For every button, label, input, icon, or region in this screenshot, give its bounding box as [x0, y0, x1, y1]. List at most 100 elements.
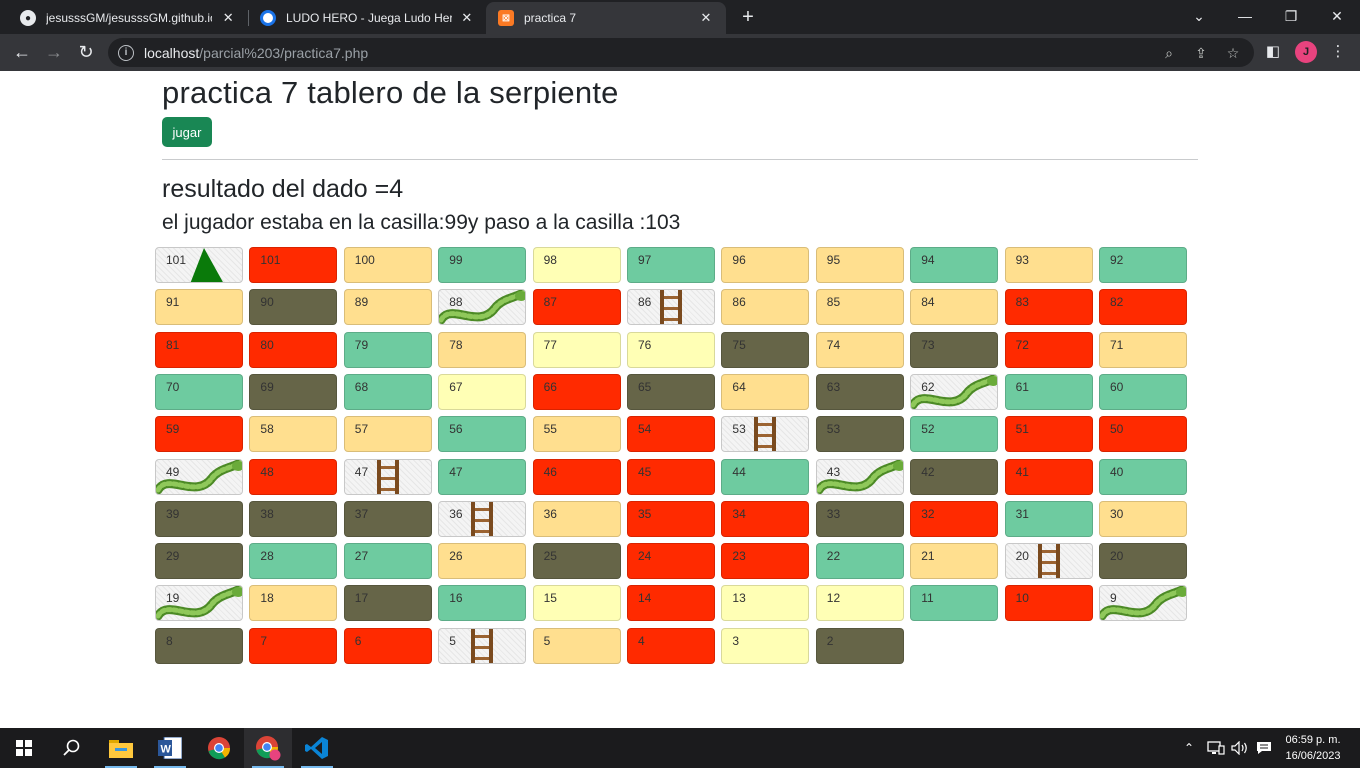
cell-number: 38 — [260, 506, 274, 521]
cell-number: 92 — [1110, 253, 1124, 267]
reload-button[interactable]: ↻ — [72, 38, 100, 66]
cell-number: 62 — [921, 379, 935, 394]
cell-number: 10 — [1015, 591, 1029, 606]
cell-number: 12 — [826, 591, 841, 606]
cell-number: 53 — [826, 422, 841, 437]
board-cell: 11 — [910, 585, 999, 622]
board-cell: 29 — [155, 543, 243, 580]
search-icon[interactable] — [48, 728, 96, 768]
tab-github[interactable]: ● jesusssGM/jesusssGM.github.io ✕ — [8, 2, 248, 34]
cell-number: 50 — [1110, 422, 1124, 437]
tab-practica-7[interactable]: ⊠ practica 7 ✕ — [486, 2, 726, 34]
board-cell: 86 — [721, 289, 810, 326]
board-cell: 54 — [627, 416, 715, 453]
board-cell: 22 — [815, 543, 904, 580]
cell-number: 81 — [166, 337, 180, 352]
board-cell: 92 — [1099, 247, 1187, 283]
board-cell: 97 — [627, 247, 715, 283]
board-cell: 69 — [249, 373, 338, 410]
cell-number: 45 — [638, 464, 652, 479]
menu-icon[interactable]: ⋮ — [1328, 42, 1348, 62]
board-cell: 68 — [343, 373, 432, 410]
board-cell-snake: 62 — [910, 373, 999, 410]
cell-number: 64 — [732, 379, 746, 394]
board-cell: 34 — [721, 500, 810, 537]
vscode-icon[interactable] — [293, 728, 341, 768]
close-window-button[interactable]: ✕ — [1314, 0, 1360, 32]
tab-title: jesusssGM/jesusssGM.github.io — [46, 11, 213, 25]
board-cell: 4 — [627, 627, 715, 664]
cell-number: 83 — [1015, 295, 1029, 310]
board-cell: 3 — [721, 627, 810, 664]
side-panel-icon[interactable]: ◧ — [1263, 42, 1283, 62]
board-cell: 101 — [249, 247, 338, 283]
close-icon[interactable]: ✕ — [220, 10, 236, 26]
board-cell: 38 — [249, 500, 338, 537]
site-info-icon[interactable]: i — [118, 44, 134, 61]
board-cell-ladder: 5 — [438, 627, 527, 664]
board-cell: 100 — [343, 247, 432, 283]
github-icon: ● — [20, 10, 36, 26]
page-content: practica 7 tablero de la serpiente jugar… — [0, 71, 1360, 728]
board-cell: 17 — [343, 585, 432, 622]
bookmark-star-icon[interactable]: ☆ — [1224, 44, 1242, 62]
network-icon[interactable] — [1207, 728, 1225, 768]
cell-number: 29 — [166, 549, 180, 564]
board-cell: 71 — [1099, 331, 1187, 368]
play-button[interactable]: jugar — [162, 117, 212, 147]
cell-number: 84 — [921, 295, 935, 310]
cell-number: 6 — [354, 633, 362, 648]
board-cell: 61 — [1004, 373, 1093, 410]
board-cell-ladder: 36 — [438, 500, 527, 537]
new-tab-button[interactable]: + — [736, 6, 760, 30]
cell-number: 13 — [732, 591, 746, 606]
board-cell: 78 — [438, 331, 527, 368]
board-cell: 30 — [1099, 500, 1187, 537]
cell-number: 47 — [449, 464, 463, 479]
profile-avatar[interactable]: J — [1295, 41, 1317, 63]
board-cell: 41 — [1004, 458, 1093, 495]
board-cell-ladder: 47 — [343, 458, 432, 495]
cell-number: 79 — [354, 337, 369, 352]
start-icon[interactable] — [0, 728, 48, 768]
close-icon[interactable]: ✕ — [460, 10, 474, 26]
cell-number: 52 — [921, 422, 935, 437]
board-cell: 82 — [1099, 289, 1187, 326]
tab-search-icon[interactable]: ⌄ — [1176, 0, 1222, 32]
show-hidden-icons[interactable]: ⌃ — [1184, 728, 1194, 768]
browser-tab-strip: ● jesusssGM/jesusssGM.github.io ✕ LUDO H… — [0, 0, 1360, 34]
share-icon[interactable]: ⇪ — [1192, 44, 1210, 62]
cell-number: 99 — [449, 253, 463, 267]
cell-number: 11 — [921, 591, 934, 606]
restore-button[interactable]: ❐ — [1268, 0, 1314, 32]
notifications-icon[interactable] — [1256, 728, 1272, 768]
system-clock[interactable]: 06:59 p. m. 16/06/2023 — [1282, 732, 1344, 764]
address-bar[interactable]: i localhost/parcial%203/practica7.php ⌕ … — [108, 38, 1254, 67]
back-button[interactable]: ← — [8, 38, 36, 66]
cell-number: 86 — [638, 295, 652, 310]
chrome-icon[interactable] — [195, 728, 243, 768]
board-cell: 26 — [438, 543, 527, 580]
tab-ludo-hero[interactable]: LUDO HERO - Juega Ludo Hero e ✕ — [248, 2, 486, 34]
cell-number: 22 — [826, 549, 841, 564]
close-icon[interactable]: ✕ — [698, 10, 714, 26]
word-icon[interactable]: W — [146, 728, 194, 768]
board-cell: 24 — [627, 543, 715, 580]
chrome-profile-icon[interactable] — [244, 728, 292, 768]
board-cell: 40 — [1099, 458, 1187, 495]
volume-icon[interactable] — [1231, 728, 1249, 768]
forward-button[interactable]: → — [40, 38, 68, 66]
board-cell: 14 — [627, 585, 715, 622]
board-cell: 21 — [910, 543, 999, 580]
windows-taskbar: W ⌃ 06:59 p. m. 16/06/2023 — [0, 728, 1360, 768]
board-cell: 36 — [532, 500, 621, 537]
file-explorer-icon[interactable] — [97, 728, 145, 768]
board-cell: 70 — [155, 373, 243, 410]
ludo-hero-icon — [260, 10, 276, 26]
cell-number: 96 — [732, 253, 746, 267]
zoom-icon[interactable]: ⌕ — [1160, 44, 1178, 62]
cell-number: 44 — [732, 464, 746, 479]
cell-number: 34 — [732, 506, 746, 521]
cell-number: 18 — [260, 591, 274, 606]
minimize-button[interactable]: — — [1222, 0, 1268, 32]
